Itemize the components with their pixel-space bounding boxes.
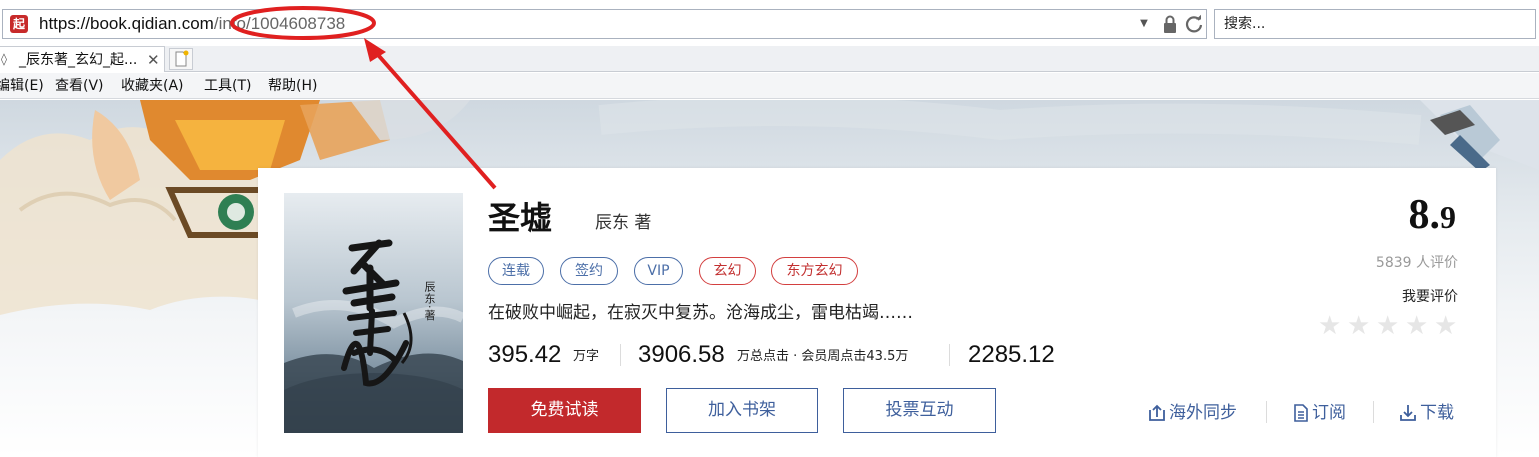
url-path: /info/1004608738 (213, 14, 346, 33)
book-page: 辰东·著 圣墟 辰东 著 连载 签约 VIP 玄幻 东方玄幻 在破败中崛起，在寂… (0, 100, 1539, 457)
menu-bar: 编辑(E) 查看(V) 收藏夹(A) 工具(T) 帮助(H) (0, 73, 1539, 99)
menu-view[interactable]: 查看(V) (55, 77, 104, 95)
book-info-card: 辰东·著 圣墟 辰东 著 连载 签约 VIP 玄幻 东方玄幻 在破败中崛起，在寂… (258, 168, 1496, 457)
document-icon (1294, 404, 1308, 422)
rating-count: 5839 人评价 (1376, 254, 1458, 272)
menu-edit[interactable]: 编辑(E) (0, 77, 44, 95)
total-clicks: 3906.58 (638, 341, 725, 368)
new-tab-icon (175, 50, 189, 67)
vote-interact-button[interactable]: 投票互动 (843, 388, 996, 433)
rating-count-label: 人评价 (1416, 255, 1458, 271)
download-label: 下载 (1420, 403, 1454, 423)
download-link[interactable]: 下载 (1399, 401, 1454, 425)
upload-sync-icon (1149, 404, 1165, 421)
subscribe-label: 订阅 (1312, 403, 1346, 423)
browser-tab[interactable]: ◊ _辰东著_玄幻_起... ✕ (0, 46, 165, 72)
url-host: qidian.com (131, 14, 214, 33)
tool-divider (1266, 401, 1267, 423)
star-icon[interactable]: ★ (1434, 313, 1458, 339)
tag-oriental-xuanhuan[interactable]: 东方玄幻 (771, 257, 858, 285)
url-prefix: https://book. (39, 14, 132, 33)
menu-favorites[interactable]: 收藏夹(A) (121, 77, 184, 95)
clicks-unit: 万总点击 · 会员周点击43.5万 (737, 349, 909, 364)
overseas-sync-link[interactable]: 海外同步 (1148, 401, 1237, 425)
tab-title: _辰东著_玄幻_起... (19, 52, 138, 68)
download-icon (1400, 405, 1416, 421)
stat-divider (620, 344, 621, 366)
tag-vip: VIP (634, 257, 683, 285)
address-bar-row: 起 https://book.qidian.com/info/100460873… (0, 0, 1539, 46)
menu-tools[interactable]: 工具(T) (204, 77, 251, 95)
star-icon[interactable]: ★ (1405, 313, 1429, 339)
book-author[interactable]: 辰东 著 (595, 212, 651, 234)
rating-stars[interactable]: ★ ★ ★ ★ ★ (1313, 313, 1458, 339)
menu-help[interactable]: 帮助(H) (268, 77, 317, 95)
rate-me-label: 我要评价 (1402, 289, 1458, 305)
free-read-button[interactable]: 免费试读 (488, 388, 641, 433)
score-integer: 8. (1408, 192, 1441, 238)
add-to-shelf-button[interactable]: 加入书架 (666, 388, 818, 433)
tab-strip: ◊ _辰东著_玄幻_起... ✕ (0, 46, 1539, 72)
tab-page-icon: ◊ (1, 52, 7, 66)
tag-xuanhuan[interactable]: 玄幻 (699, 257, 756, 285)
browser-search-field[interactable]: 搜索... (1214, 9, 1536, 39)
book-intro: 在破败中崛起，在寂灭中复苏。沧海成尘，雷电枯竭…… (488, 303, 913, 323)
cover-author-text: 辰东·著 (423, 281, 436, 322)
book-title: 圣墟 (488, 199, 553, 237)
star-icon[interactable]: ★ (1376, 313, 1400, 339)
address-dropdown-icon[interactable]: ▼ (1137, 16, 1151, 32)
rating-score: 8.9 (1409, 190, 1457, 242)
score-decimal: 9 (1440, 199, 1456, 235)
lock-icon[interactable] (1161, 14, 1179, 34)
word-count-unit: 万字 (573, 349, 600, 364)
tool-divider (1373, 401, 1374, 423)
star-icon[interactable]: ★ (1347, 313, 1371, 339)
address-bar[interactable]: 起 https://book.qidian.com/info/100460873… (2, 9, 1207, 39)
overseas-sync-label: 海外同步 (1169, 403, 1237, 423)
url-text[interactable]: https://book.qidian.com/info/1004608738 (39, 13, 345, 35)
recommend-count: 2285.12 (968, 341, 1055, 368)
book-cover-image[interactable]: 辰东·著 (284, 193, 463, 433)
close-tab-icon[interactable]: ✕ (147, 50, 160, 70)
star-icon[interactable]: ★ (1318, 313, 1342, 339)
word-count: 395.42 (488, 341, 562, 368)
site-favicon-icon: 起 (10, 15, 28, 33)
tag-serializing: 连载 (488, 257, 544, 285)
search-placeholder: 搜索... (1224, 16, 1266, 32)
rating-count-number: 5839 (1375, 255, 1412, 271)
subscribe-link[interactable]: 订阅 (1293, 401, 1346, 425)
refresh-icon[interactable] (1184, 14, 1204, 34)
new-tab-button[interactable] (169, 48, 193, 70)
stat-divider (949, 344, 950, 366)
tag-signed: 签约 (560, 257, 618, 285)
